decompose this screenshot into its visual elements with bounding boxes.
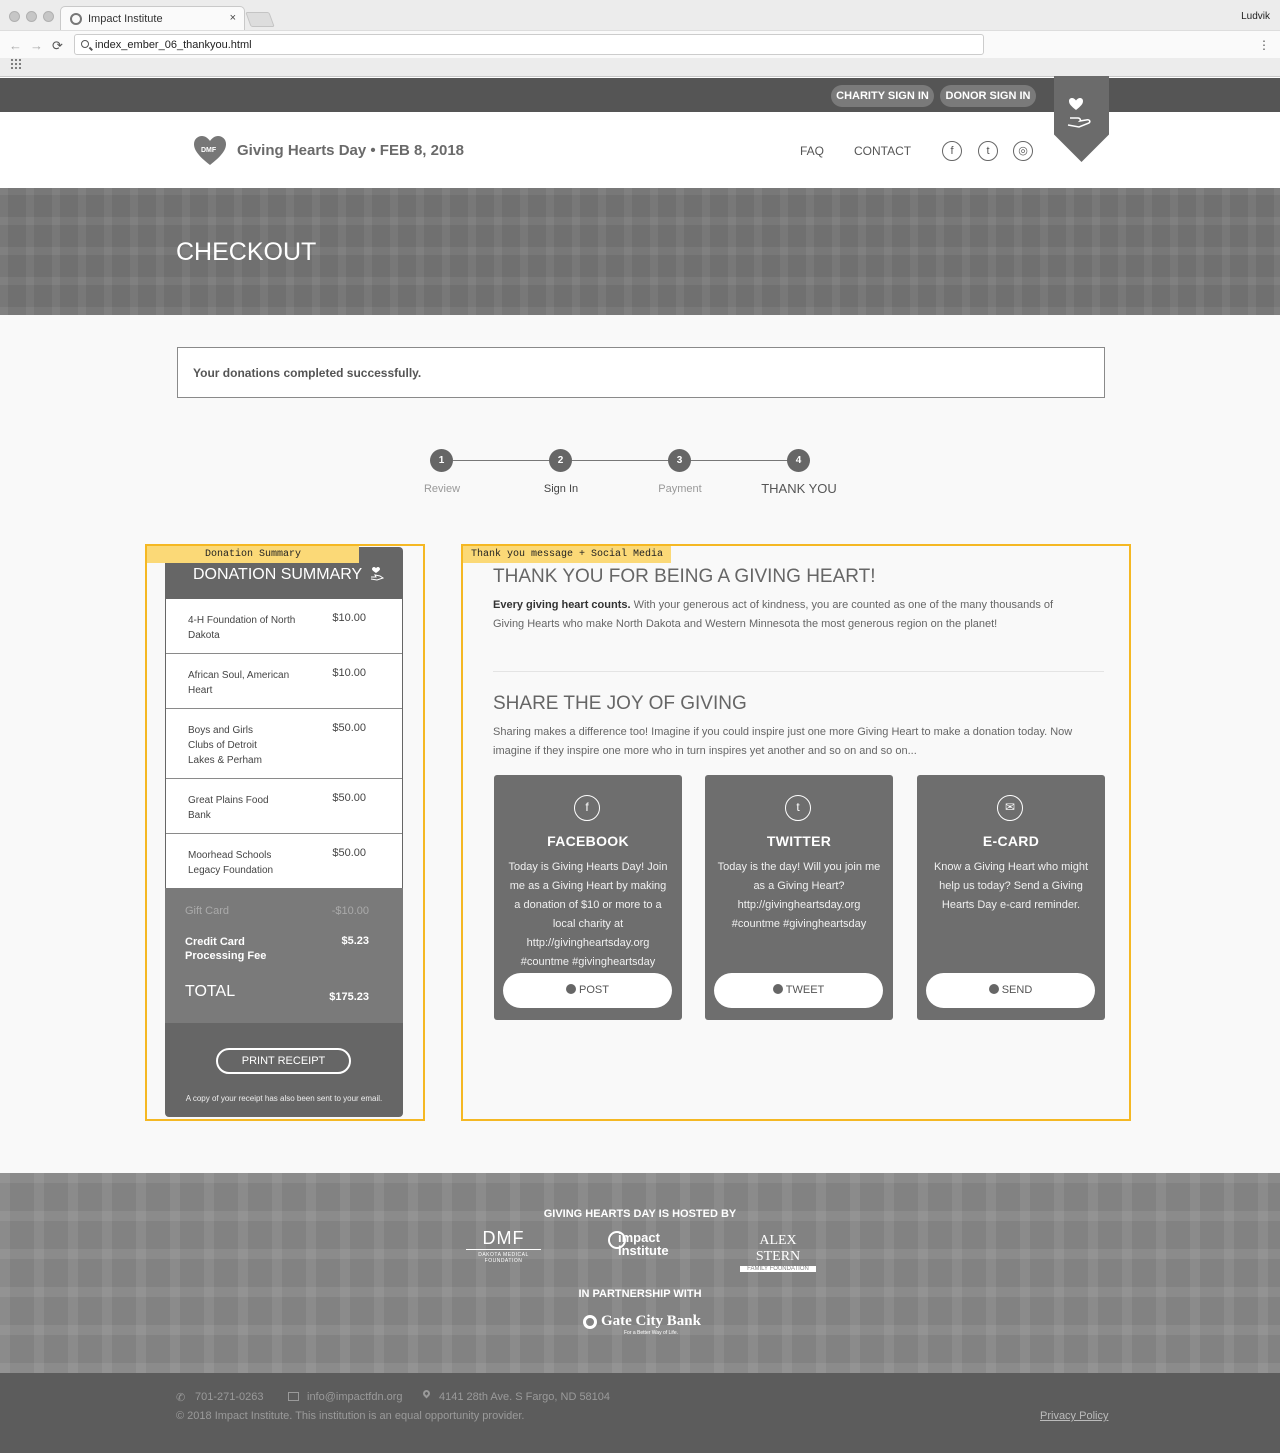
nav-contact[interactable]: CONTACT xyxy=(854,144,911,158)
email-link[interactable]: info@impactfdn.org xyxy=(307,1391,403,1403)
bank-tagline: For a Better Way of Life. xyxy=(623,1330,678,1336)
card-title: FACEBOOK xyxy=(547,833,629,849)
alex-stern-logo[interactable]: ALEX STERN FAMILY FOUNDATION xyxy=(737,1233,819,1273)
annotation-tag-summary: Donation Summary xyxy=(147,546,359,563)
dmf-logo[interactable]: DMF DAKOTA MEDICAL FOUNDATION xyxy=(466,1228,541,1264)
annotation-tag-thankyou: Thank you message + Social Media xyxy=(463,546,672,563)
donor-sign-in-button[interactable]: DONOR SIGN IN xyxy=(940,85,1036,107)
step-connector xyxy=(572,460,669,461)
send-button[interactable]: SEND xyxy=(926,973,1095,1008)
step-1-label: Review xyxy=(423,483,461,495)
thank-you-text: Every giving heart counts. With your gen… xyxy=(493,596,1083,634)
hero-banner: CHECKOUT xyxy=(0,188,1280,315)
tab-title: Impact Institute xyxy=(88,13,163,25)
impact-swirl-icon xyxy=(608,1231,626,1249)
card-message: Today is the day! Will you join me as a … xyxy=(717,861,881,930)
maximize-window-button[interactable] xyxy=(43,11,54,22)
browser-chrome: Impact Institute × Ludvik ← → ⟳ index_em… xyxy=(0,0,1280,77)
stern-logo-text: ALEX STERN xyxy=(755,1233,801,1264)
step-connector xyxy=(453,460,550,461)
phone-number[interactable]: 701-271-0263 xyxy=(195,1391,264,1403)
tab-close-icon[interactable]: × xyxy=(230,12,236,24)
twitter-share-card: t TWITTER Today is the day! Will you joi… xyxy=(705,775,893,1020)
ecard-share-card: ✉ E-CARD Know a Giving Heart who might h… xyxy=(917,775,1105,1020)
url-text: index_ember_06_thankyou.html xyxy=(95,39,252,51)
dmf-logo-mark: DMF xyxy=(466,1228,541,1250)
address-bar[interactable]: index_ember_06_thankyou.html xyxy=(74,34,984,55)
twitter-icon xyxy=(772,984,783,994)
browser-user[interactable]: Ludvik xyxy=(1241,11,1270,22)
tweet-button-label: TWEET xyxy=(785,984,825,996)
heart-logo-icon[interactable]: DMF xyxy=(193,136,227,166)
back-icon[interactable]: ← xyxy=(9,38,22,53)
post-button-label: POST xyxy=(579,984,609,996)
browser-toolbar: ← → ⟳ index_ember_06_thankyou.html ⋮ xyxy=(0,30,1280,58)
success-alert: Your donations completed successfully. xyxy=(177,347,1105,398)
search-icon xyxy=(81,40,89,48)
phone-icon: ✆ xyxy=(176,1392,186,1404)
page-title: CHECKOUT xyxy=(176,238,317,266)
impact-logo-text: impact institute xyxy=(618,1230,669,1258)
location-icon xyxy=(421,1388,432,1399)
bank-logo-text: Gate City Bank xyxy=(600,1313,701,1329)
partnership-caption: IN PARTNERSHIP WITH xyxy=(578,1288,702,1300)
step-4-label: THANK YOU xyxy=(761,481,837,496)
facebook-share-card: f FACEBOOK Today is Giving Hearts Day! J… xyxy=(494,775,682,1020)
post-button[interactable]: POST xyxy=(503,973,672,1008)
card-message: Know a Giving Heart who might help us to… xyxy=(933,861,1089,911)
facebook-icon[interactable]: f xyxy=(942,141,962,161)
ecard-icon xyxy=(988,984,999,994)
gate-city-bank-logo[interactable]: Gate City Bank For a Better Way of Life. xyxy=(582,1313,702,1336)
step-2-circle: 2 xyxy=(549,449,572,472)
envelope-icon: ✉ xyxy=(997,795,1023,821)
hosted-by-caption: GIVING HEARTS DAY IS HOSTED BY xyxy=(543,1208,737,1220)
tweet-button[interactable]: TWEET xyxy=(714,973,883,1008)
bank-logo-icon xyxy=(583,1315,597,1329)
impact-institute-logo[interactable]: impact institute xyxy=(606,1231,678,1257)
heart-hand-icon xyxy=(1067,98,1091,128)
step-2-label: Sign In xyxy=(543,483,579,495)
browser-menu-icon[interactable]: ⋮ xyxy=(1258,38,1270,52)
sponsor-footer: GIVING HEARTS DAY IS HOSTED BY DMF DAKOT… xyxy=(0,1173,1280,1373)
contact-bar: ✆ 701-271-0263 info@impactfdn.org 4141 2… xyxy=(0,1373,1280,1453)
thank-you-title: THANK YOU FOR BEING A GIVING HEART! xyxy=(493,566,876,587)
share-title: SHARE THE JOY OF GIVING xyxy=(493,693,747,714)
nav-faq[interactable]: FAQ xyxy=(800,144,824,158)
instagram-icon[interactable]: ◎ xyxy=(1013,141,1033,161)
reload-icon[interactable]: ⟳ xyxy=(52,38,63,54)
annotation-frame-summary xyxy=(145,544,425,1121)
step-connector xyxy=(691,460,788,461)
address: 4141 28th Ave. S Fargo, ND 58104 xyxy=(439,1391,611,1403)
step-4-circle: 4 xyxy=(787,449,810,472)
new-tab-button[interactable] xyxy=(245,12,275,27)
twitter-icon: t xyxy=(785,795,811,821)
copyright: © 2018 Impact Institute. This institutio… xyxy=(176,1410,525,1422)
email-icon xyxy=(288,1392,299,1401)
tab-favicon-icon xyxy=(70,13,82,25)
step-3-label: Payment xyxy=(658,483,702,495)
forward-icon[interactable]: → xyxy=(30,38,43,53)
section-divider xyxy=(493,671,1104,672)
minimize-window-button[interactable] xyxy=(26,11,37,22)
card-title: TWITTER xyxy=(766,833,832,849)
dmf-logo-sub: DAKOTA MEDICAL FOUNDATION xyxy=(478,1252,529,1264)
browser-tab[interactable]: Impact Institute × xyxy=(60,6,245,30)
brand-title[interactable]: Giving Hearts Day • FEB 8, 2018 xyxy=(237,142,464,159)
facebook-icon xyxy=(566,984,577,994)
share-text: Sharing makes a difference too! Imagine … xyxy=(493,726,1073,757)
step-1-circle: 1 xyxy=(430,449,453,472)
step-3-circle: 3 xyxy=(668,449,691,472)
charity-sign-in-button[interactable]: CHARITY SIGN IN xyxy=(831,85,934,107)
thank-you-lead: Every giving heart counts. xyxy=(493,599,631,611)
stern-logo-sub: FAMILY FOUNDATION xyxy=(740,1266,816,1272)
logo-mark: DMF xyxy=(201,147,217,154)
close-window-button[interactable] xyxy=(9,11,20,22)
card-title: E-CARD xyxy=(982,833,1040,849)
twitter-icon[interactable]: t xyxy=(978,141,998,161)
apps-icon[interactable] xyxy=(10,58,21,69)
privacy-policy-link[interactable]: Privacy Policy xyxy=(1040,1410,1108,1422)
send-button-label: SEND xyxy=(1001,984,1033,996)
facebook-icon: f xyxy=(574,795,600,821)
card-message: Today is Giving Hearts Day! Join me as a… xyxy=(508,861,668,968)
